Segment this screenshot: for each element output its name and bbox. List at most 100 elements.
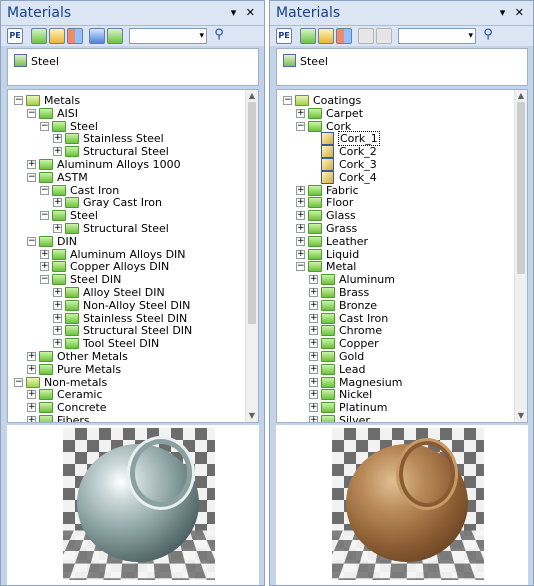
expand-icon[interactable]: + — [309, 339, 318, 349]
folder-icon — [308, 210, 322, 222]
expand-icon[interactable]: + — [53, 339, 62, 349]
expand-icon[interactable]: + — [27, 390, 36, 400]
expand-icon[interactable]: + — [309, 403, 318, 413]
materials-tree[interactable]: ▲ ▼ − Coatings + Carpet − Cork Cork_1 Cork_2 Cor… — [276, 89, 528, 423]
expand-icon[interactable]: + — [296, 185, 305, 195]
folder-icon — [321, 376, 335, 388]
expand-icon[interactable]: + — [53, 326, 62, 336]
expand-icon[interactable]: + — [309, 352, 318, 361]
scroll-down-icon[interactable]: ▼ — [515, 410, 527, 422]
search-icon[interactable]: ⚲ — [211, 28, 227, 44]
tree-node-label: Steel — [70, 209, 98, 223]
expand-icon[interactable]: + — [40, 262, 49, 272]
vertical-scrollbar[interactable]: ▲ ▼ — [514, 90, 527, 422]
expand-icon[interactable]: + — [309, 390, 318, 400]
tree-node-label: DIN — [57, 234, 77, 248]
collapse-icon[interactable]: − — [296, 121, 305, 131]
expand-icon[interactable]: + — [296, 236, 305, 246]
vertical-scrollbar[interactable]: ▲ ▼ — [245, 90, 258, 422]
scroll-thumb[interactable] — [248, 102, 256, 324]
expand-icon[interactable]: + — [309, 364, 318, 374]
scroll-up-icon[interactable]: ▲ — [515, 90, 527, 102]
tree-node-label: Cork_3 — [339, 158, 377, 171]
expand-icon[interactable]: + — [27, 403, 36, 413]
expand-icon[interactable]: + — [309, 313, 318, 323]
tree-node-label: Liquid — [326, 247, 360, 261]
expand-icon[interactable]: + — [53, 147, 62, 157]
folder-icon — [308, 235, 322, 247]
panel-controls[interactable]: ▾ ✕ — [500, 6, 527, 19]
expand-icon[interactable]: + — [53, 313, 62, 323]
paste-icon[interactable] — [376, 28, 392, 44]
tree-node-label: ASTM — [57, 170, 88, 184]
collapse-icon[interactable]: − — [27, 108, 36, 118]
collapse-icon[interactable]: − — [27, 236, 36, 246]
copy-icon[interactable] — [358, 28, 374, 44]
filter-combo[interactable]: ▾ — [129, 28, 207, 44]
expand-icon[interactable]: + — [309, 275, 318, 285]
copy-icon[interactable] — [89, 28, 105, 44]
expand-icon[interactable]: + — [27, 352, 36, 361]
expand-icon[interactable]: + — [296, 198, 305, 208]
scroll-up-icon[interactable]: ▲ — [246, 90, 258, 102]
expand-icon[interactable]: + — [27, 160, 36, 169]
tree-node-label: Bronze — [339, 298, 378, 312]
folder-icon — [65, 133, 79, 145]
search-icon[interactable]: ⚲ — [480, 28, 496, 44]
tree-node-label: Silver — [339, 414, 370, 423]
expand-icon[interactable]: + — [296, 211, 305, 221]
folder-icon — [321, 351, 335, 362]
expand-icon[interactable]: + — [53, 288, 62, 297]
properties-editor-icon[interactable]: PE — [7, 28, 23, 44]
collapse-icon[interactable]: − — [283, 96, 292, 105]
add-material-icon[interactable] — [300, 28, 316, 44]
expand-icon[interactable]: + — [309, 326, 318, 336]
expand-icon[interactable]: + — [53, 224, 62, 233]
panel-titlebar[interactable]: Materials ▾ ✕ — [1, 1, 264, 26]
folder-icon — [39, 171, 53, 183]
expand-icon[interactable]: + — [53, 198, 62, 208]
tree-node-label: Stainless Steel — [83, 132, 164, 146]
panel-controls[interactable]: ▾ ✕ — [231, 6, 258, 19]
materials-tree[interactable]: ▲ ▼ − Metals − AISI − Steel + Stainless Steel + S… — [7, 89, 259, 423]
panel-titlebar[interactable]: Materials ▾ ✕ — [270, 1, 533, 26]
collapse-icon[interactable]: − — [40, 275, 49, 285]
add-material-icon[interactable] — [31, 28, 47, 44]
tree-node-label: Coatings — [313, 94, 362, 107]
paste-icon[interactable] — [107, 28, 123, 44]
library-icon[interactable] — [336, 28, 352, 44]
expand-icon[interactable]: + — [309, 377, 318, 387]
expand-icon[interactable]: + — [40, 249, 49, 259]
expand-icon[interactable]: + — [309, 288, 318, 297]
expand-icon[interactable]: + — [53, 300, 62, 310]
sphere-cutout — [396, 438, 458, 510]
expand-icon[interactable]: + — [296, 249, 305, 259]
folder-icon — [52, 210, 66, 222]
scroll-down-icon[interactable]: ▼ — [246, 410, 258, 422]
expand-icon[interactable]: + — [296, 224, 305, 233]
add-folder-icon[interactable] — [318, 28, 334, 44]
filter-combo[interactable]: ▾ — [398, 28, 476, 44]
collapse-icon[interactable]: − — [14, 96, 23, 105]
expand-icon[interactable]: + — [309, 300, 318, 310]
expand-icon[interactable]: + — [27, 416, 36, 422]
collapse-icon[interactable]: − — [14, 377, 23, 387]
collapse-icon[interactable]: − — [40, 211, 49, 221]
properties-editor-icon[interactable]: PE — [276, 28, 292, 44]
collapse-icon[interactable]: − — [27, 172, 36, 182]
add-folder-icon[interactable] — [49, 28, 65, 44]
expand-icon[interactable]: + — [296, 108, 305, 118]
collapse-icon[interactable]: − — [40, 185, 49, 195]
sphere-cutout — [127, 436, 195, 510]
tree-node-label: Steel DIN — [70, 273, 122, 287]
expand-icon[interactable]: + — [27, 364, 36, 374]
scroll-thumb[interactable] — [517, 102, 525, 274]
library-icon[interactable] — [67, 28, 83, 44]
collapse-icon[interactable]: − — [296, 262, 305, 272]
collapse-icon[interactable]: − — [40, 121, 49, 131]
folder-icon — [65, 312, 79, 324]
toolbar: PE ▾ ⚲ — [1, 26, 264, 46]
expand-icon[interactable]: + — [53, 134, 62, 144]
expand-icon[interactable]: + — [309, 416, 318, 422]
folder-icon — [65, 287, 79, 298]
